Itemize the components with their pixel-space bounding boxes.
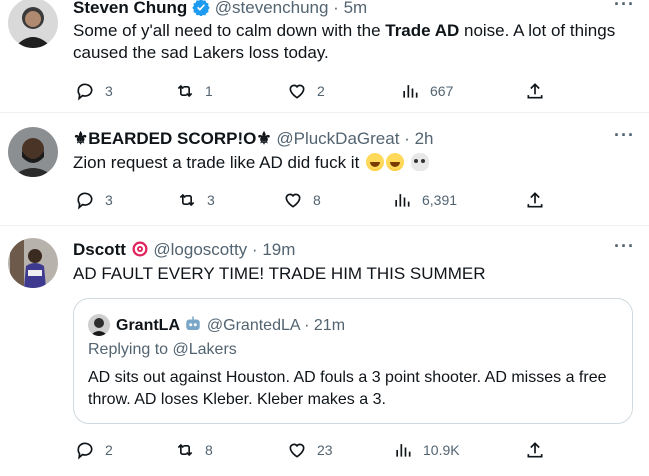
tweet-header: Dscott @logoscotty · 19m bbox=[73, 240, 295, 260]
quote-user-handle[interactable]: @GrantedLA bbox=[207, 317, 300, 334]
retweet-icon bbox=[177, 443, 193, 457]
quote-display-name[interactable]: GrantLA bbox=[116, 317, 180, 334]
reply-button[interactable]: 2 bbox=[75, 439, 113, 461]
view-count: 10.9K bbox=[423, 442, 460, 458]
quoted-tweet[interactable]: GrantLA @GrantedLA · 21m Replying to @La… bbox=[73, 298, 633, 424]
tweet-text: AD FAULT EVERY TIME! TRADE HIM THIS SUMM… bbox=[73, 263, 633, 285]
quote-timestamp[interactable]: 21m bbox=[314, 317, 345, 334]
dot-separator: · bbox=[251, 240, 258, 259]
reply-icon bbox=[77, 442, 93, 460]
tweet-text-part: AD FAULT EVERY TIME! TRADE HIM THIS SUMM… bbox=[73, 264, 486, 283]
action-bar: 2 8 23 10.9K bbox=[75, 439, 555, 461]
display-name[interactable]: Dscott bbox=[73, 240, 126, 259]
avatar-photo-icon bbox=[8, 238, 58, 288]
more-options-button[interactable]: ··· bbox=[614, 236, 635, 257]
share-icon bbox=[527, 442, 543, 458]
views-chart-icon bbox=[396, 444, 411, 457]
quote-header: GrantLA @GrantedLA · 21m bbox=[116, 315, 345, 336]
retweet-count: 8 bbox=[205, 442, 213, 458]
share-button[interactable] bbox=[525, 439, 555, 461]
quote-text: AD sits out against Houston. AD fouls a … bbox=[88, 369, 607, 408]
tweet-3[interactable]: Dscott @logoscotty · 19m ··· AD FAULT EV… bbox=[0, 0, 649, 476]
timestamp[interactable]: 19m bbox=[262, 240, 295, 259]
avatar-photo-icon bbox=[88, 314, 110, 336]
target-emoji-icon bbox=[132, 241, 148, 257]
replying-to-mention[interactable]: @Lakers bbox=[173, 341, 237, 358]
views-button[interactable]: 10.9K bbox=[393, 439, 460, 461]
replying-to-label: Replying to bbox=[88, 341, 169, 358]
dot-separator: · bbox=[304, 317, 310, 334]
quote-avatar[interactable] bbox=[88, 314, 110, 336]
retweet-button[interactable]: 8 bbox=[175, 439, 213, 461]
heart-icon bbox=[289, 443, 305, 458]
replying-to: Replying to @Lakers bbox=[88, 341, 237, 359]
robot-emoji-icon bbox=[186, 316, 201, 330]
user-handle[interactable]: @logoscotty bbox=[153, 240, 247, 259]
like-count: 23 bbox=[317, 442, 333, 458]
reply-count: 2 bbox=[105, 442, 113, 458]
like-button[interactable]: 23 bbox=[287, 439, 333, 461]
avatar[interactable] bbox=[8, 238, 58, 288]
